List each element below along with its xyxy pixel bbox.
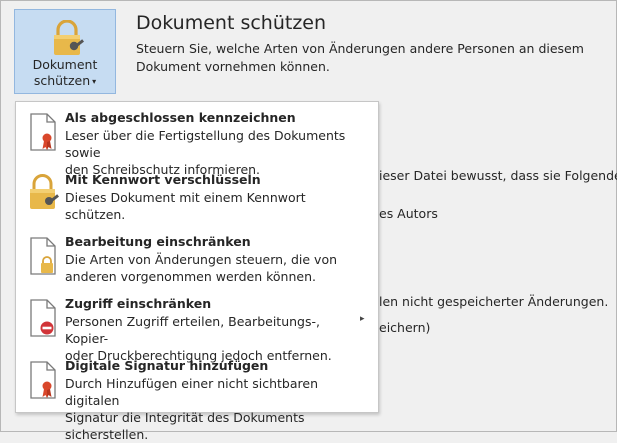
background-text: len nicht gespeicherter Änderungen.: [379, 294, 609, 309]
section-description: Steuern Sie, welche Arten von Änderungen…: [136, 41, 584, 74]
background-text: ieser Datei bewusst, dass sie Folgendes: [379, 168, 617, 183]
background-text: eichern): [379, 320, 431, 335]
document-lock-icon: [30, 237, 56, 275]
protect-button-label-line2: schützen: [33, 73, 91, 88]
menu-item-title: Als abgeschlossen kennzeichnen: [65, 110, 296, 125]
protect-document-menu: Als abgeschlossen kennzeichnen Leser übe…: [15, 101, 379, 442]
background-text: es Autors: [379, 206, 438, 221]
menu-item-description: Dieses Dokument mit einem Kennwort schüt…: [65, 190, 306, 222]
menu-item-encrypt-with-password[interactable]: Mit Kennwort verschlüsseln Dieses Dokume…: [16, 164, 378, 224]
menu-item-title: Digitale Signatur hinzufügen: [65, 358, 269, 373]
menu-item-title: Mit Kennwort verschlüsseln: [65, 172, 261, 187]
protect-button-label-line1: Dokument: [32, 57, 98, 72]
lock-key-icon: [54, 20, 85, 55]
menu-item-title: Bearbeitung einschränken: [65, 234, 251, 249]
document-signature-icon: [30, 361, 56, 399]
menu-item-restrict-access[interactable]: Zugriff einschränken Personen Zugriff er…: [16, 288, 378, 363]
menu-item-mark-as-final[interactable]: Als abgeschlossen kennzeichnen Leser übe…: [16, 102, 378, 177]
document-ribbon-icon: [30, 113, 56, 151]
menu-item-restrict-editing[interactable]: Bearbeitung einschränken Die Arten von Ä…: [16, 226, 378, 288]
lock-key-icon: [30, 174, 60, 209]
chevron-down-icon: ▾: [92, 77, 97, 86]
menu-item-add-digital-signature[interactable]: Digitale Signatur hinzufügen Durch Hinzu…: [16, 350, 378, 442]
menu-item-title: Zugriff einschränken: [65, 296, 212, 311]
submenu-arrow-icon: ▸: [360, 314, 365, 324]
protect-document-button[interactable]: Dokument schützen ▾: [14, 9, 116, 94]
section-title: Dokument schützen: [136, 12, 327, 34]
document-restricted-icon: [30, 299, 56, 337]
menu-item-description: Die Arten von Änderungen steuern, die vo…: [65, 252, 338, 284]
menu-item-description: Durch Hinzufügen einer nicht sichtbaren …: [65, 376, 319, 442]
